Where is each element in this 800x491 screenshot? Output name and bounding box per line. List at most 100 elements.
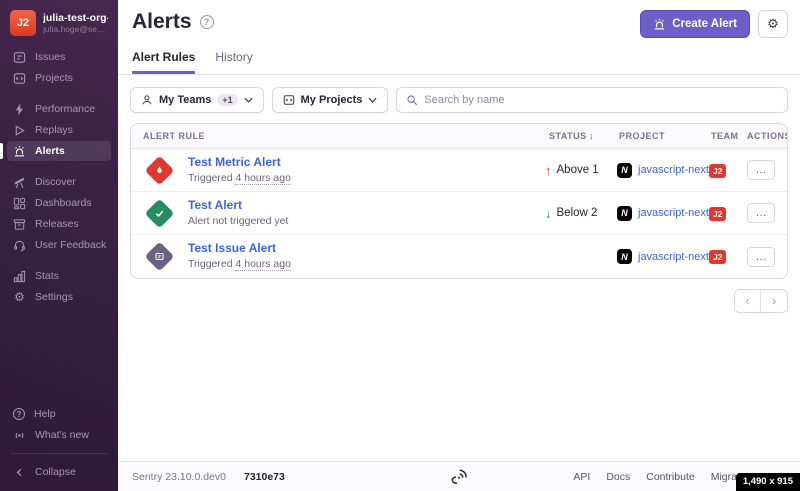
nextjs-platform-icon: N xyxy=(617,206,632,221)
sidebar-item-stats[interactable]: Stats xyxy=(7,266,111,286)
arrow-down-icon: ↓ xyxy=(545,206,552,221)
alert-rule-link[interactable]: Test Alert xyxy=(188,198,288,214)
sort-arrow-icon: ↓ xyxy=(589,131,594,142)
project-icon xyxy=(283,94,295,106)
status-cell: ↑ Above 1 xyxy=(541,163,611,178)
broadcast-icon xyxy=(13,429,26,442)
siren-icon xyxy=(653,18,666,31)
projects-filter-button[interactable]: My Projects xyxy=(272,87,389,113)
sidebar-item-dashboards[interactable]: Dashboards xyxy=(7,193,111,213)
resolved-severity-icon xyxy=(145,198,175,228)
chevron-down-icon xyxy=(368,97,377,103)
sidebar-item-projects[interactable]: Projects xyxy=(7,68,111,88)
nextjs-platform-icon: N xyxy=(617,163,632,178)
search-input[interactable] xyxy=(424,94,778,106)
footer-link-api[interactable]: API xyxy=(573,471,590,483)
tabs: Alert Rules History xyxy=(118,38,800,75)
gear-icon: ⚙ xyxy=(767,16,779,32)
project-cell: N javascript-nextjs xyxy=(611,163,703,178)
performance-icon xyxy=(13,103,26,116)
sidebar-item-label: User Feedback xyxy=(35,239,106,251)
sidebar-item-label: Collapse xyxy=(35,466,76,478)
teams-filter-button[interactable]: My Teams +1 xyxy=(130,87,264,113)
page-help-icon[interactable]: ? xyxy=(200,15,214,29)
sidebar-item-label: Dashboards xyxy=(35,197,92,209)
nextjs-platform-icon: N xyxy=(617,249,632,264)
org-avatar[interactable]: J2 xyxy=(10,10,36,36)
fire-icon xyxy=(154,165,165,176)
sidebar-item-label: Issues xyxy=(35,51,65,63)
check-icon xyxy=(154,208,165,219)
teams-filter-label: My Teams xyxy=(159,94,211,106)
triggered-time-link[interactable]: 4 hours ago xyxy=(235,172,290,185)
row-actions-button[interactable]: … xyxy=(747,160,775,180)
team-badge[interactable]: J2 xyxy=(709,164,726,178)
sidebar-item-help[interactable]: ? Help xyxy=(7,404,111,424)
create-alert-button[interactable]: Create Alert xyxy=(640,10,750,38)
project-cell: N javascript-nextjs xyxy=(611,206,703,221)
sidebar-item-user-feedback[interactable]: User Feedback xyxy=(7,235,111,255)
dashboards-icon xyxy=(13,197,26,210)
column-header-project: Project xyxy=(611,131,703,141)
table-row: Test Metric Alert Triggered 4 hours ago … xyxy=(131,149,787,192)
sidebar-item-label: Discover xyxy=(35,176,76,188)
filter-bar: My Teams +1 My Projects xyxy=(130,87,788,113)
teams-count-badge: +1 xyxy=(217,94,237,106)
sidebar-divider xyxy=(10,453,108,454)
alerts-settings-button[interactable]: ⚙ xyxy=(758,10,788,38)
search-icon xyxy=(406,94,418,106)
sidebar: J2 julia-test-org-2 … julia.hoge@sentry.… xyxy=(0,0,118,491)
projects-icon xyxy=(13,72,26,85)
sidebar-collapse-button[interactable]: Collapse xyxy=(7,462,111,482)
pagination: ‹ › xyxy=(130,289,788,313)
sidebar-item-label: What's new xyxy=(35,429,89,441)
sidebar-item-label: Replays xyxy=(35,124,73,136)
column-header-status[interactable]: Status↓ xyxy=(541,131,611,142)
sidebar-nav: Issues Projects Performance Replays Aler… xyxy=(0,46,118,318)
sidebar-item-alerts[interactable]: Alerts xyxy=(7,141,111,161)
triggered-time-link[interactable]: 4 hours ago xyxy=(235,258,290,271)
support-icon xyxy=(13,239,26,252)
arrow-up-icon: ↑ xyxy=(545,163,552,178)
status-text: Below 2 xyxy=(557,207,598,219)
row-actions-button[interactable]: … xyxy=(747,203,775,223)
table-row: Test Issue Alert Triggered 4 hours ago N… xyxy=(131,235,787,277)
team-badge[interactable]: J2 xyxy=(709,250,726,264)
sidebar-item-label: Alerts xyxy=(35,145,65,157)
org-switcher[interactable]: J2 julia-test-org-2 … julia.hoge@sentry.… xyxy=(0,0,118,44)
sentry-logo xyxy=(450,468,468,486)
sidebar-item-label: Performance xyxy=(35,103,95,115)
tab-alert-rules[interactable]: Alert Rules xyxy=(132,50,195,74)
critical-severity-icon xyxy=(145,155,175,185)
sidebar-item-performance[interactable]: Performance xyxy=(7,99,111,119)
sidebar-item-label: Releases xyxy=(35,218,79,230)
search-box[interactable] xyxy=(396,87,788,113)
sidebar-item-releases[interactable]: Releases xyxy=(7,214,111,234)
releases-icon xyxy=(13,218,26,231)
sidebar-item-settings[interactable]: ⚙ Settings xyxy=(7,287,111,307)
sidebar-item-label: Help xyxy=(34,408,56,420)
user-icon xyxy=(141,94,153,106)
issue-severity-icon xyxy=(145,242,175,272)
sidebar-item-whats-new[interactable]: What's new xyxy=(7,425,111,445)
page-header: Alerts ? Create Alert ⚙ xyxy=(118,0,800,38)
siren-icon xyxy=(13,145,26,158)
table-header-row: Alert Rule Status↓ Project Team Actions xyxy=(131,124,787,149)
row-actions-button[interactable]: … xyxy=(747,247,775,267)
tab-history[interactable]: History xyxy=(215,50,252,74)
alert-rule-link[interactable]: Test Issue Alert xyxy=(188,241,291,257)
sidebar-item-issues[interactable]: Issues xyxy=(7,47,111,67)
content: My Teams +1 My Projects Alert Rule Statu… xyxy=(118,75,800,461)
sidebar-item-replays[interactable]: Replays xyxy=(7,120,111,140)
footer-link-contribute[interactable]: Contribute xyxy=(646,471,694,483)
previous-page-button[interactable]: ‹ xyxy=(735,290,761,312)
sidebar-item-label: Settings xyxy=(35,291,73,303)
create-alert-label: Create Alert xyxy=(672,18,737,30)
alert-rule-link[interactable]: Test Metric Alert xyxy=(188,155,291,171)
column-header-alert-rule: Alert Rule xyxy=(131,131,541,141)
next-page-button[interactable]: › xyxy=(761,290,787,312)
team-badge[interactable]: J2 xyxy=(709,207,726,221)
sidebar-item-discover[interactable]: Discover xyxy=(7,172,111,192)
footer-build-hash: 7310e73 xyxy=(244,471,285,483)
footer-link-docs[interactable]: Docs xyxy=(606,471,630,483)
